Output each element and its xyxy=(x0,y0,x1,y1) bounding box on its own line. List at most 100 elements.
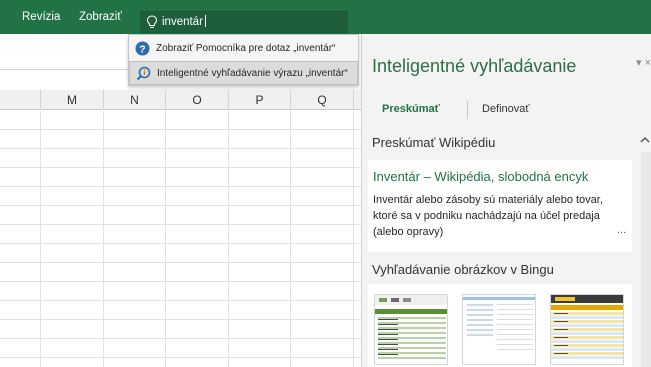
grid-cell[interactable] xyxy=(166,187,229,206)
grid-cell[interactable] xyxy=(0,263,41,282)
grid-cell[interactable] xyxy=(104,149,166,168)
grid-cell[interactable] xyxy=(166,168,229,187)
grid-cell[interactable] xyxy=(166,339,229,358)
grid-cell[interactable] xyxy=(41,206,104,225)
grid-cell[interactable] xyxy=(0,320,41,339)
grid-cell[interactable] xyxy=(291,206,354,225)
grid-cell[interactable] xyxy=(291,282,354,301)
grid-cell[interactable] xyxy=(166,149,229,168)
grid-cell[interactable] xyxy=(0,282,41,301)
grid-cell[interactable] xyxy=(41,130,104,149)
grid-cell[interactable] xyxy=(229,168,291,187)
grid-cell[interactable] xyxy=(104,339,166,358)
grid-cell[interactable] xyxy=(229,130,291,149)
grid-cell[interactable] xyxy=(0,339,41,358)
wiki-result-title[interactable]: Inventár – Wikipédia, slobodná encyk xyxy=(373,169,588,184)
grid-cell[interactable] xyxy=(166,320,229,339)
grid-cell[interactable] xyxy=(229,187,291,206)
pane-scrollbar[interactable] xyxy=(641,152,651,367)
grid-cell[interactable] xyxy=(291,168,354,187)
grid-cell[interactable] xyxy=(104,168,166,187)
grid-cell[interactable] xyxy=(166,206,229,225)
grid-cell[interactable] xyxy=(166,282,229,301)
grid-cell[interactable] xyxy=(104,111,166,130)
grid-cell[interactable] xyxy=(291,130,354,149)
grid-cell[interactable] xyxy=(41,263,104,282)
grid-cell[interactable] xyxy=(291,358,354,367)
grid-cell[interactable] xyxy=(0,130,41,149)
grid-cell[interactable] xyxy=(229,301,291,320)
grid-cell[interactable] xyxy=(104,225,166,244)
grid-cell[interactable] xyxy=(229,358,291,367)
grid-cell[interactable] xyxy=(104,206,166,225)
grid-cell[interactable] xyxy=(104,130,166,149)
dropdown-item-help[interactable]: ? Zobraziť Pomocníka pre dotaz „inventár… xyxy=(129,37,358,61)
image-thumbnail[interactable] xyxy=(462,294,536,365)
grid-cell[interactable] xyxy=(291,244,354,263)
grid-cell[interactable] xyxy=(291,320,354,339)
grid-cell[interactable] xyxy=(0,168,41,187)
grid-cell[interactable] xyxy=(104,263,166,282)
grid-cell[interactable] xyxy=(41,111,104,130)
column-header-p[interactable]: P xyxy=(229,90,291,110)
grid-cell[interactable] xyxy=(104,244,166,263)
grid-cell[interactable] xyxy=(229,320,291,339)
grid-cell[interactable] xyxy=(104,282,166,301)
grid-cell[interactable] xyxy=(166,244,229,263)
grid-cell[interactable] xyxy=(166,263,229,282)
tab-review[interactable]: Revízia xyxy=(22,0,60,34)
grid-cell[interactable] xyxy=(166,358,229,367)
grid-cell[interactable] xyxy=(41,320,104,339)
grid-cell[interactable] xyxy=(291,111,354,130)
dropdown-item-smart-lookup[interactable]: Inteligentné vyhľadávanie výrazu „invent… xyxy=(129,61,358,85)
image-thumbnail[interactable] xyxy=(550,294,624,365)
grid-cell[interactable] xyxy=(41,301,104,320)
grid-cell[interactable] xyxy=(41,282,104,301)
grid-cell[interactable] xyxy=(0,149,41,168)
grid-cell[interactable] xyxy=(291,301,354,320)
tab-define[interactable]: Definovať xyxy=(482,103,530,115)
grid-cell[interactable] xyxy=(41,244,104,263)
grid-cell[interactable] xyxy=(0,206,41,225)
grid-cell[interactable] xyxy=(291,339,354,358)
column-header-l-partial[interactable] xyxy=(0,90,41,110)
grid-cell[interactable] xyxy=(0,301,41,320)
grid-cell[interactable] xyxy=(166,301,229,320)
grid-cell[interactable] xyxy=(0,244,41,263)
grid-cell[interactable] xyxy=(229,111,291,130)
grid-cell[interactable] xyxy=(41,187,104,206)
grid-cell[interactable] xyxy=(0,111,41,130)
grid-cell[interactable] xyxy=(0,225,41,244)
pane-options-icon[interactable]: ▾ × xyxy=(636,56,651,69)
grid-cell[interactable] xyxy=(291,149,354,168)
column-header-n[interactable]: N xyxy=(104,90,166,110)
grid-cell[interactable] xyxy=(229,263,291,282)
grid-cell[interactable] xyxy=(104,187,166,206)
grid-cell[interactable] xyxy=(229,149,291,168)
grid-cell[interactable] xyxy=(0,187,41,206)
grid-cell[interactable] xyxy=(291,263,354,282)
grid-cell[interactable] xyxy=(166,130,229,149)
grid-cell[interactable] xyxy=(41,149,104,168)
grid-cell[interactable] xyxy=(166,225,229,244)
grid-cell[interactable] xyxy=(0,358,41,367)
tell-me-input[interactable]: inventár xyxy=(162,12,206,32)
grid-cell[interactable] xyxy=(41,225,104,244)
grid-cell[interactable] xyxy=(41,168,104,187)
grid-cell[interactable] xyxy=(104,358,166,367)
grid-cell[interactable] xyxy=(104,301,166,320)
grid-cell[interactable] xyxy=(41,358,104,367)
grid-cell[interactable] xyxy=(166,111,229,130)
spreadsheet-grid[interactable]: M N O P Q xyxy=(0,90,361,367)
more-ellipsis[interactable]: ... xyxy=(617,224,626,236)
grid-cell[interactable] xyxy=(229,282,291,301)
grid-cell[interactable] xyxy=(41,339,104,358)
column-header-m[interactable]: M xyxy=(41,90,104,110)
tell-me-search-box[interactable]: inventár xyxy=(140,11,348,33)
grid-cell[interactable] xyxy=(104,320,166,339)
tab-view[interactable]: Zobraziť xyxy=(79,0,122,34)
grid-cell[interactable] xyxy=(229,244,291,263)
column-header-q[interactable]: Q xyxy=(291,90,354,110)
grid-cell[interactable] xyxy=(291,225,354,244)
grid-cell[interactable] xyxy=(291,187,354,206)
